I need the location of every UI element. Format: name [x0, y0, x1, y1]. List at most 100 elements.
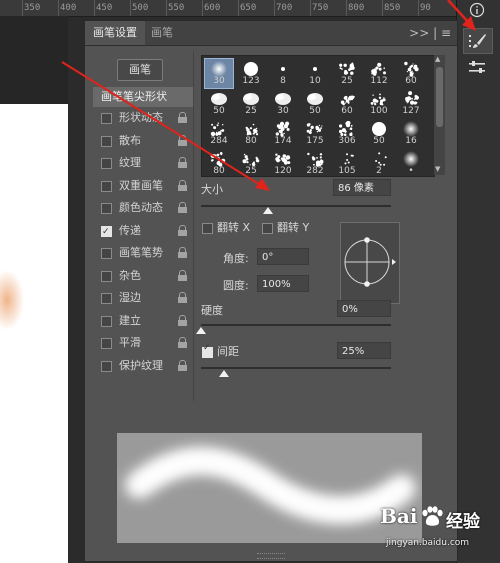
brush-tip[interactable]: 8	[269, 59, 297, 88]
brush-option-item[interactable]: 画笔笔势	[93, 242, 193, 265]
option-checkbox[interactable]	[101, 360, 112, 372]
brush-tip[interactable]: 60	[333, 89, 361, 118]
lock-icon[interactable]	[178, 134, 187, 146]
panel-menu-icon[interactable]: >> | ≡	[409, 21, 451, 45]
option-checkbox[interactable]	[101, 113, 112, 124]
lock-icon[interactable]	[178, 247, 187, 258]
spacing-slider-knob[interactable]	[218, 370, 229, 377]
brush-tip[interactable]: 25	[237, 149, 265, 176]
brush-option-item[interactable]: 双重画笔	[93, 175, 193, 198]
roundness-field[interactable]: 100%	[257, 275, 309, 292]
brush-tip[interactable]: 30	[204, 58, 234, 89]
option-checkbox[interactable]	[101, 180, 112, 192]
brush-tip[interactable]: 174	[269, 119, 297, 148]
option-checkbox[interactable]	[101, 221, 112, 243]
option-checkbox[interactable]	[101, 315, 112, 327]
brush-tip[interactable]: 30	[269, 89, 297, 118]
option-checkbox[interactable]	[101, 248, 112, 259]
spacing-checkbox[interactable]	[202, 343, 213, 358]
lock-icon[interactable]	[178, 202, 187, 213]
brush-tip[interactable]: 284	[205, 119, 233, 148]
option-checkbox[interactable]	[101, 270, 112, 282]
brush-tip[interactable]: 25	[333, 59, 361, 88]
lock-icon[interactable]	[178, 359, 187, 371]
tab-brush-settings[interactable]: 画笔设置	[85, 21, 145, 45]
option-checkbox[interactable]	[101, 293, 112, 304]
lock-icon[interactable]	[178, 269, 187, 281]
brush-tip-grid[interactable]: 30 123 8 10 25 112 60 50 25 30 50 60 100 127 284 80 174 1…	[201, 55, 435, 177]
brush-tip[interactable]: 127	[397, 89, 425, 118]
brush-tip[interactable]: 16	[397, 119, 425, 148]
size-field[interactable]: 86 像素	[333, 179, 391, 196]
brush-grid-scrollbar[interactable]: ▲ ▼	[434, 55, 445, 175]
brush-tip-size: 30	[277, 106, 289, 116]
lock-icon[interactable]	[178, 179, 187, 191]
brush-presets-button[interactable]: 画笔	[117, 59, 163, 81]
option-checkbox[interactable]	[101, 338, 112, 349]
option-checkbox[interactable]	[101, 158, 112, 169]
brush-settings-icon[interactable]	[463, 28, 493, 54]
flip-x-checkbox[interactable]	[202, 223, 213, 234]
brush-tip[interactable]: 80	[237, 119, 265, 148]
option-label: 颜色动态	[119, 201, 163, 214]
brush-tip[interactable]: 282	[301, 149, 329, 176]
brush-tip[interactable]: 306	[333, 119, 361, 148]
size-slider-track[interactable]	[201, 205, 391, 207]
brush-tip[interactable]: 112	[365, 59, 393, 88]
brush-option-item[interactable]: 散布	[93, 130, 193, 153]
brush-option-item[interactable]: 传递	[93, 220, 193, 243]
hardness-field[interactable]: 0%	[337, 300, 391, 317]
flip-y-checkbox[interactable]	[262, 223, 273, 234]
brush-tip[interactable]: 123	[237, 59, 265, 88]
brush-tip[interactable]: 50	[301, 89, 329, 118]
brush-option-item[interactable]: 湿边	[93, 287, 193, 310]
lock-icon[interactable]	[178, 292, 187, 303]
option-checkbox[interactable]	[101, 135, 112, 147]
brush-tip-shape-icon	[242, 121, 260, 137]
brush-tip-size: 174	[274, 136, 292, 146]
brush-option-item[interactable]: 颜色动态	[93, 197, 193, 220]
lock-icon[interactable]	[178, 157, 187, 168]
brush-tip[interactable]: 10	[301, 59, 329, 88]
document-canvas[interactable]	[0, 104, 68, 563]
lock-icon[interactable]	[178, 224, 187, 236]
brush-tip[interactable]: 25	[237, 89, 265, 118]
brush-tip[interactable]: 175	[301, 119, 329, 148]
brush-presets-icon[interactable]	[463, 56, 491, 80]
spacing-field[interactable]: 25%	[337, 342, 391, 359]
scroll-up-icon[interactable]: ▲	[435, 55, 440, 63]
angle-field[interactable]: 0°	[257, 248, 309, 265]
brush-option-item[interactable]: 纹理	[93, 152, 193, 175]
lock-icon[interactable]	[178, 337, 187, 348]
brush-option-item[interactable]: 形状动态	[93, 107, 193, 130]
scroll-down-icon[interactable]: ▼	[435, 165, 440, 173]
lock-icon[interactable]	[178, 112, 187, 123]
scroll-thumb[interactable]	[436, 67, 443, 127]
brush-tip[interactable]: 100	[365, 89, 393, 118]
angle-roundness-widget[interactable]	[340, 222, 400, 304]
brush-option-item[interactable]: 杂色	[93, 265, 193, 288]
brush-tip[interactable]: 105	[333, 149, 361, 176]
brush-option-item[interactable]: 建立	[93, 310, 193, 333]
panel-resize-grip[interactable]	[257, 553, 285, 559]
brush-tip[interactable]: 50	[205, 89, 233, 118]
size-slider-knob[interactable]	[262, 207, 273, 214]
option-checkbox[interactable]	[101, 203, 112, 214]
brush-option-item[interactable]: 平滑	[93, 332, 193, 355]
brush-tip[interactable]: •	[397, 149, 425, 176]
info-icon[interactable]	[463, 0, 491, 22]
brush-tip[interactable]: 80	[205, 149, 233, 176]
brush-tip[interactable]: 60	[397, 59, 425, 88]
brush-tip[interactable]: 120	[269, 149, 297, 176]
ruler-tick: 550	[165, 0, 184, 16]
tab-brushes[interactable]: 画笔	[143, 21, 181, 45]
hardness-slider-track[interactable]	[201, 324, 391, 326]
brush-tip-shape-item[interactable]: 画笔笔尖形状	[93, 87, 193, 107]
brush-option-item[interactable]: 保护纹理	[93, 355, 193, 378]
spacing-slider-track[interactable]	[201, 367, 391, 369]
brush-tip[interactable]: 50	[365, 119, 393, 148]
watermark-brand-jingyan: 经验	[446, 512, 480, 532]
hardness-slider-knob[interactable]	[196, 327, 206, 334]
lock-icon[interactable]	[178, 314, 187, 326]
brush-tip[interactable]: 2	[365, 149, 393, 176]
